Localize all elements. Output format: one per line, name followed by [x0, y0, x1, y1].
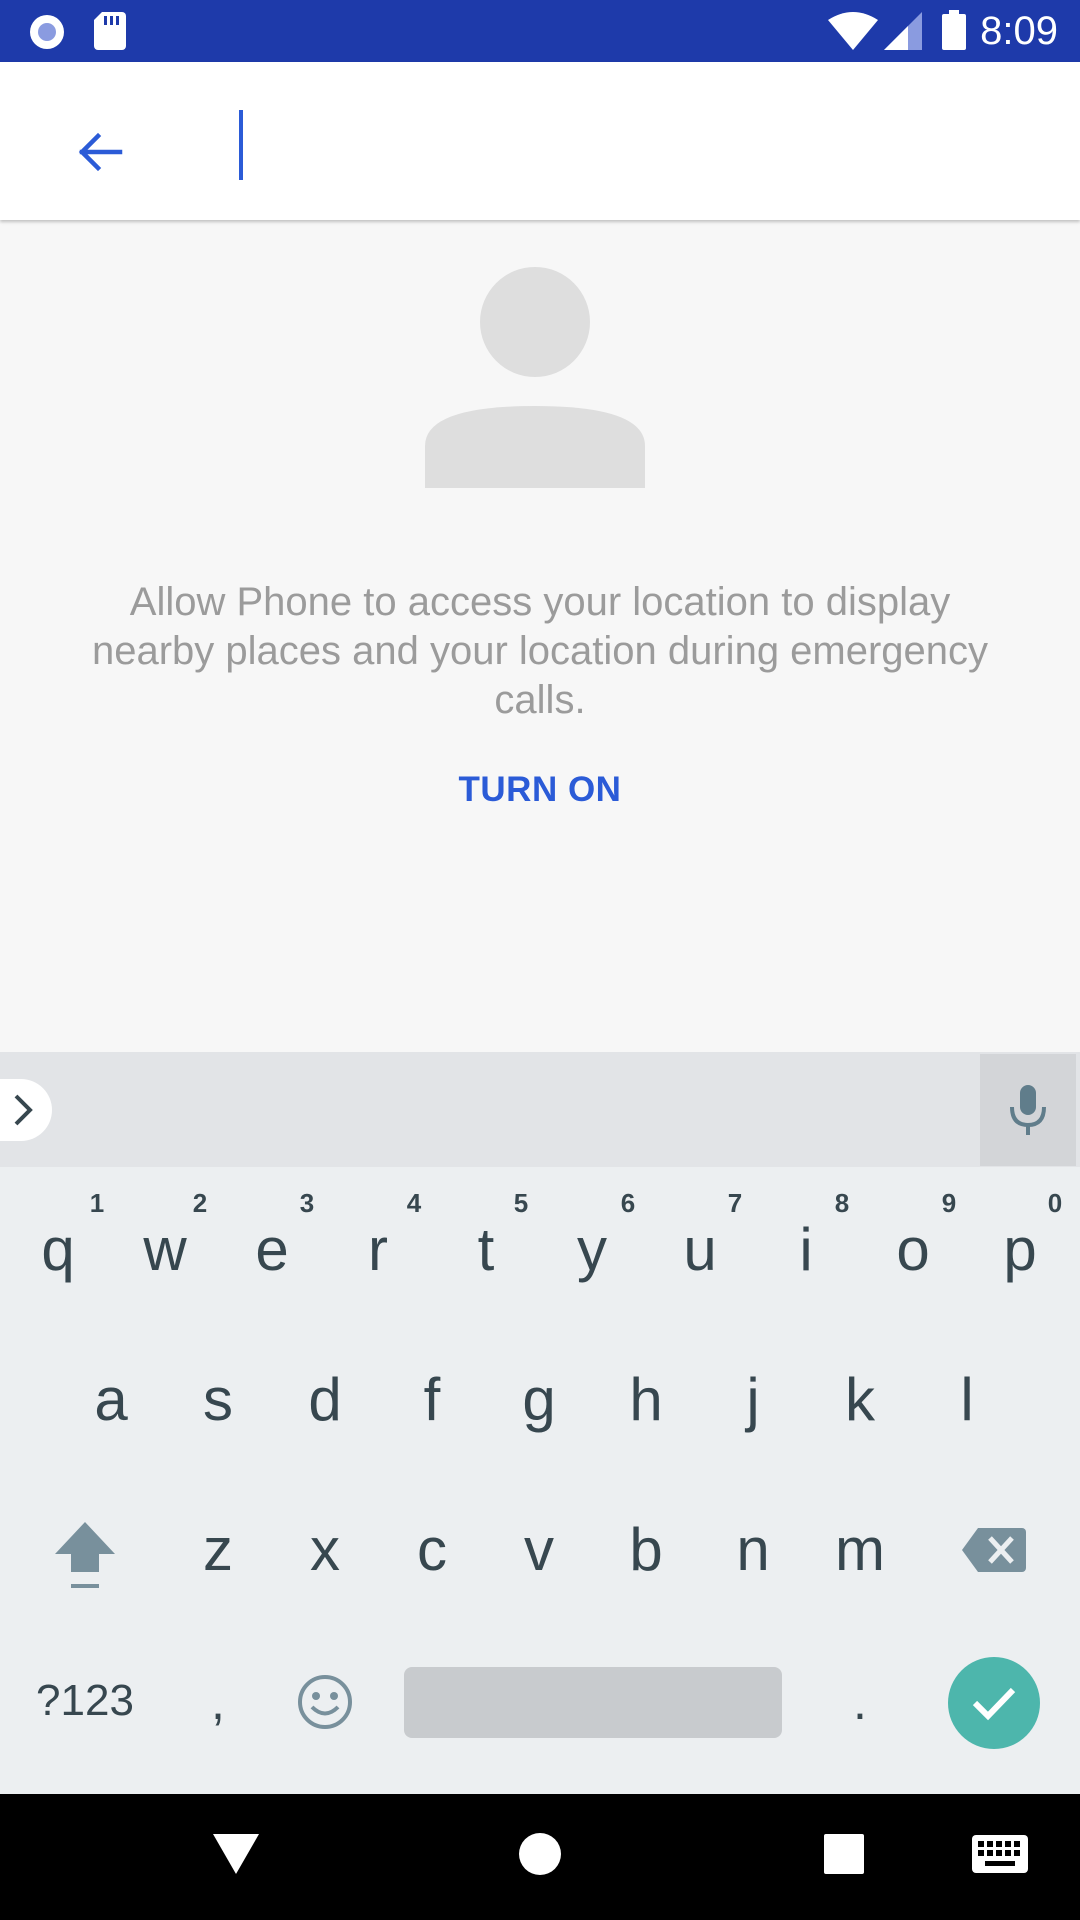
done-key[interactable] [948, 1657, 1040, 1749]
key-n[interactable]: n [703, 1490, 803, 1610]
nav-back-button[interactable] [196, 1814, 276, 1894]
sd-card-icon [94, 12, 126, 55]
key-k[interactable]: k [810, 1340, 910, 1460]
cell-signal-icon [884, 12, 922, 55]
key-y[interactable]: y [542, 1190, 642, 1310]
checkmark-icon [972, 1687, 1016, 1721]
backspace-key[interactable] [945, 1490, 1045, 1610]
key-u[interactable]: u [650, 1190, 750, 1310]
key-v[interactable]: v [489, 1490, 589, 1610]
key-w[interactable]: w [115, 1190, 215, 1310]
key-t[interactable]: t [436, 1190, 536, 1310]
key-i[interactable]: i [756, 1190, 856, 1310]
key-e[interactable]: e [222, 1190, 322, 1310]
microphone-icon [1010, 1085, 1046, 1135]
shift-arrow-icon [55, 1522, 115, 1588]
person-placeholder-icon [424, 266, 646, 488]
keyboard-suggestion-strip [0, 1052, 1080, 1167]
recents-square-icon [824, 1834, 864, 1874]
turn-on-button[interactable]: TURN ON [440, 770, 640, 822]
key-h[interactable]: h [596, 1340, 696, 1460]
back-button[interactable] [62, 114, 138, 190]
app-notification-icon [28, 13, 66, 56]
key-s[interactable]: s [168, 1340, 268, 1460]
back-triangle-icon [213, 1834, 259, 1874]
voice-input-button[interactable] [980, 1054, 1076, 1166]
key-f[interactable]: f [382, 1340, 482, 1460]
location-permission-message: Allow Phone to access your location to d… [91, 580, 989, 722]
key-m[interactable]: m [810, 1490, 910, 1610]
arrow-left-icon [78, 132, 123, 172]
keyboard-switch-button[interactable] [960, 1814, 1040, 1894]
nav-recents-button[interactable] [804, 1814, 884, 1894]
space-key[interactable] [404, 1667, 782, 1738]
navigation-bar [0, 1794, 1080, 1920]
smiley-icon [298, 1675, 352, 1729]
text-cursor [239, 110, 243, 180]
chevron-right-icon [14, 1094, 33, 1126]
key-d[interactable]: d [275, 1340, 375, 1460]
key-o[interactable]: o [863, 1190, 963, 1310]
emoji-key[interactable] [275, 1642, 375, 1762]
key-z[interactable]: z [168, 1490, 268, 1610]
key-q[interactable]: q [8, 1190, 108, 1310]
status-bar: 8:09 [0, 0, 1080, 62]
key-period[interactable]: . [810, 1642, 910, 1762]
key-x[interactable]: x [275, 1490, 375, 1610]
search-app-bar [0, 62, 1080, 220]
key-a[interactable]: a [61, 1340, 161, 1460]
home-circle-icon [519, 1833, 561, 1875]
key-l[interactable]: l [917, 1340, 1017, 1460]
search-input[interactable] [230, 100, 1034, 202]
key-j[interactable]: j [703, 1340, 803, 1460]
symbols-key[interactable]: ?123 [20, 1664, 150, 1738]
key-b[interactable]: b [596, 1490, 696, 1610]
backspace-icon [962, 1528, 1026, 1572]
wifi-icon [828, 12, 878, 55]
clock: 8:09 [980, 9, 1058, 53]
shift-key[interactable] [35, 1496, 135, 1616]
key-g[interactable]: g [489, 1340, 589, 1460]
key-comma[interactable]: , [168, 1642, 268, 1762]
key-r[interactable]: r [328, 1190, 428, 1310]
key-p[interactable]: p [970, 1190, 1070, 1310]
key-c[interactable]: c [382, 1490, 482, 1610]
nav-home-button[interactable] [500, 1814, 580, 1894]
keyboard-switch-icon [972, 1835, 1028, 1873]
battery-icon [942, 10, 966, 55]
